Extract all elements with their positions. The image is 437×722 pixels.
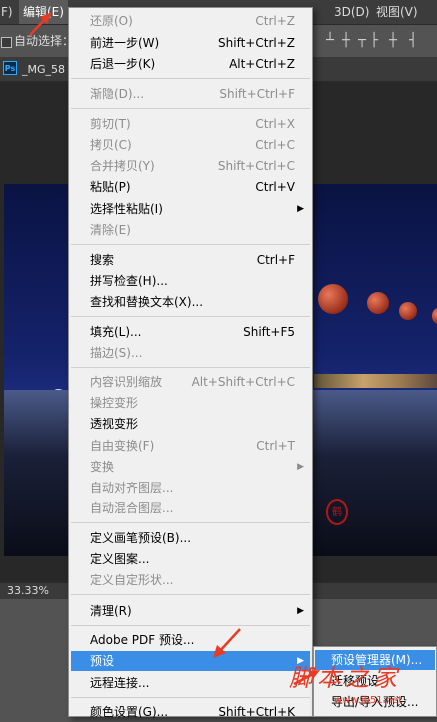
align-right-icon[interactable]: ┤ [406, 34, 420, 48]
menu-item-purge[interactable]: 清理(R) ▶ [71, 601, 310, 621]
menu-separator [71, 522, 310, 523]
menu-separator [71, 697, 310, 698]
menu-item-content-aware-scale[interactable]: 内容识别缩放 Alt+Shift+Ctrl+C [71, 372, 310, 392]
submenu-arrow-icon: ▶ [297, 204, 304, 214]
menu-separator [71, 625, 310, 626]
menu-item-undo[interactable]: 还原(O) Ctrl+Z [71, 11, 310, 31]
menu-item-find-replace[interactable]: 查找和替换文本(X)... [71, 292, 310, 312]
edit-menu-dropdown: 还原(O) Ctrl+Z 前进一步(W) Shift+Ctrl+Z 后退一步(K) A… [68, 7, 313, 719]
menu-item-remote-connections[interactable]: 远程连接... [71, 673, 310, 693]
menu-item-adobe-pdf-presets[interactable]: Adobe PDF 预设... [71, 630, 310, 650]
menu-item-auto-align-layers[interactable]: 自动对齐图层... [71, 478, 310, 498]
menu-item-fill[interactable]: 填充(L)... Shift+F5 [71, 322, 310, 342]
red-moon [367, 292, 389, 314]
menu-item-step-backward[interactable]: 后退一步(K) Alt+Ctrl+Z [71, 54, 310, 74]
red-moon [432, 308, 437, 324]
menu-item-stroke[interactable]: 描边(S)... [71, 343, 310, 363]
menu-item-copy[interactable]: 拷贝(C) Ctrl+C [71, 135, 310, 155]
menu-separator [71, 108, 310, 109]
menu-separator [71, 367, 310, 368]
watermark-url: www.jb51.net [334, 695, 403, 706]
menu-file-fragment[interactable]: F) [1, 0, 13, 24]
annotation-arrow-icon [213, 628, 241, 658]
menu-item-presets[interactable]: 预设 ▶ [71, 651, 310, 671]
red-moon [318, 284, 348, 314]
menu-view[interactable]: 视图(V) [376, 0, 418, 24]
menu-separator [71, 594, 310, 595]
align-top-icon[interactable]: ┴ [323, 34, 337, 48]
align-hcenter-icon[interactable]: ┼ [386, 34, 400, 48]
menu-item-puppet-warp[interactable]: 操控变形 [71, 393, 310, 413]
red-seal-logo: 鹤 [326, 499, 348, 525]
photoshop-icon: Ps [3, 61, 17, 75]
menu-item-perspective-warp[interactable]: 透视变形 [71, 414, 310, 434]
zoom-level[interactable]: 33.33% [7, 583, 49, 599]
menu-item-define-pattern[interactable]: 定义图案... [71, 549, 310, 569]
menu-item-transform[interactable]: 变换 ▶ [71, 457, 310, 477]
menu-item-color-settings[interactable]: 颜色设置(G)... Shift+Ctrl+K [71, 702, 310, 722]
annotation-arrow-icon [29, 12, 52, 36]
menu-item-cut[interactable]: 剪切(T) Ctrl+X [71, 114, 310, 134]
document-tab[interactable]: _MG_58 [22, 58, 65, 81]
menu-item-fade[interactable]: 渐隐(D)... Shift+Ctrl+F [71, 84, 310, 104]
menu-item-auto-blend-layers[interactable]: 自动混合图层... [71, 498, 310, 518]
align-left-icon[interactable]: ├ [367, 34, 381, 48]
menu-item-paste-special[interactable]: 选择性粘贴(I) ▶ [71, 199, 310, 219]
menu-item-search[interactable]: 搜索 Ctrl+F [71, 250, 310, 270]
city-lights [314, 374, 437, 388]
watermark-text: 脚本之家 [289, 664, 401, 692]
submenu-arrow-icon: ▶ [297, 462, 304, 472]
align-vcenter-icon[interactable]: ┼ [339, 34, 353, 48]
red-moon [399, 302, 417, 320]
menu-item-copy-merged[interactable]: 合并拷贝(Y) Shift+Ctrl+C [71, 156, 310, 176]
menu-item-paste[interactable]: 粘贴(P) Ctrl+V [71, 177, 310, 197]
menu-item-clear[interactable]: 清除(E) [71, 220, 310, 240]
menu-item-step-forward[interactable]: 前进一步(W) Shift+Ctrl+Z [71, 33, 310, 53]
menu-separator [71, 244, 310, 245]
submenu-arrow-icon: ▶ [297, 606, 304, 616]
menu-item-define-custom-shape[interactable]: 定义自定形状... [71, 570, 310, 590]
menu-separator [71, 78, 310, 79]
menu-separator [71, 316, 310, 317]
auto-select-checkbox[interactable] [1, 37, 12, 48]
menu-item-spell-check[interactable]: 拼写检查(H)... [71, 271, 310, 291]
menu-item-free-transform[interactable]: 自由变换(F) Ctrl+T [71, 436, 310, 456]
menu-3d[interactable]: 3D(D) [334, 0, 369, 24]
menu-item-define-brush[interactable]: 定义画笔预设(B)... [71, 528, 310, 548]
